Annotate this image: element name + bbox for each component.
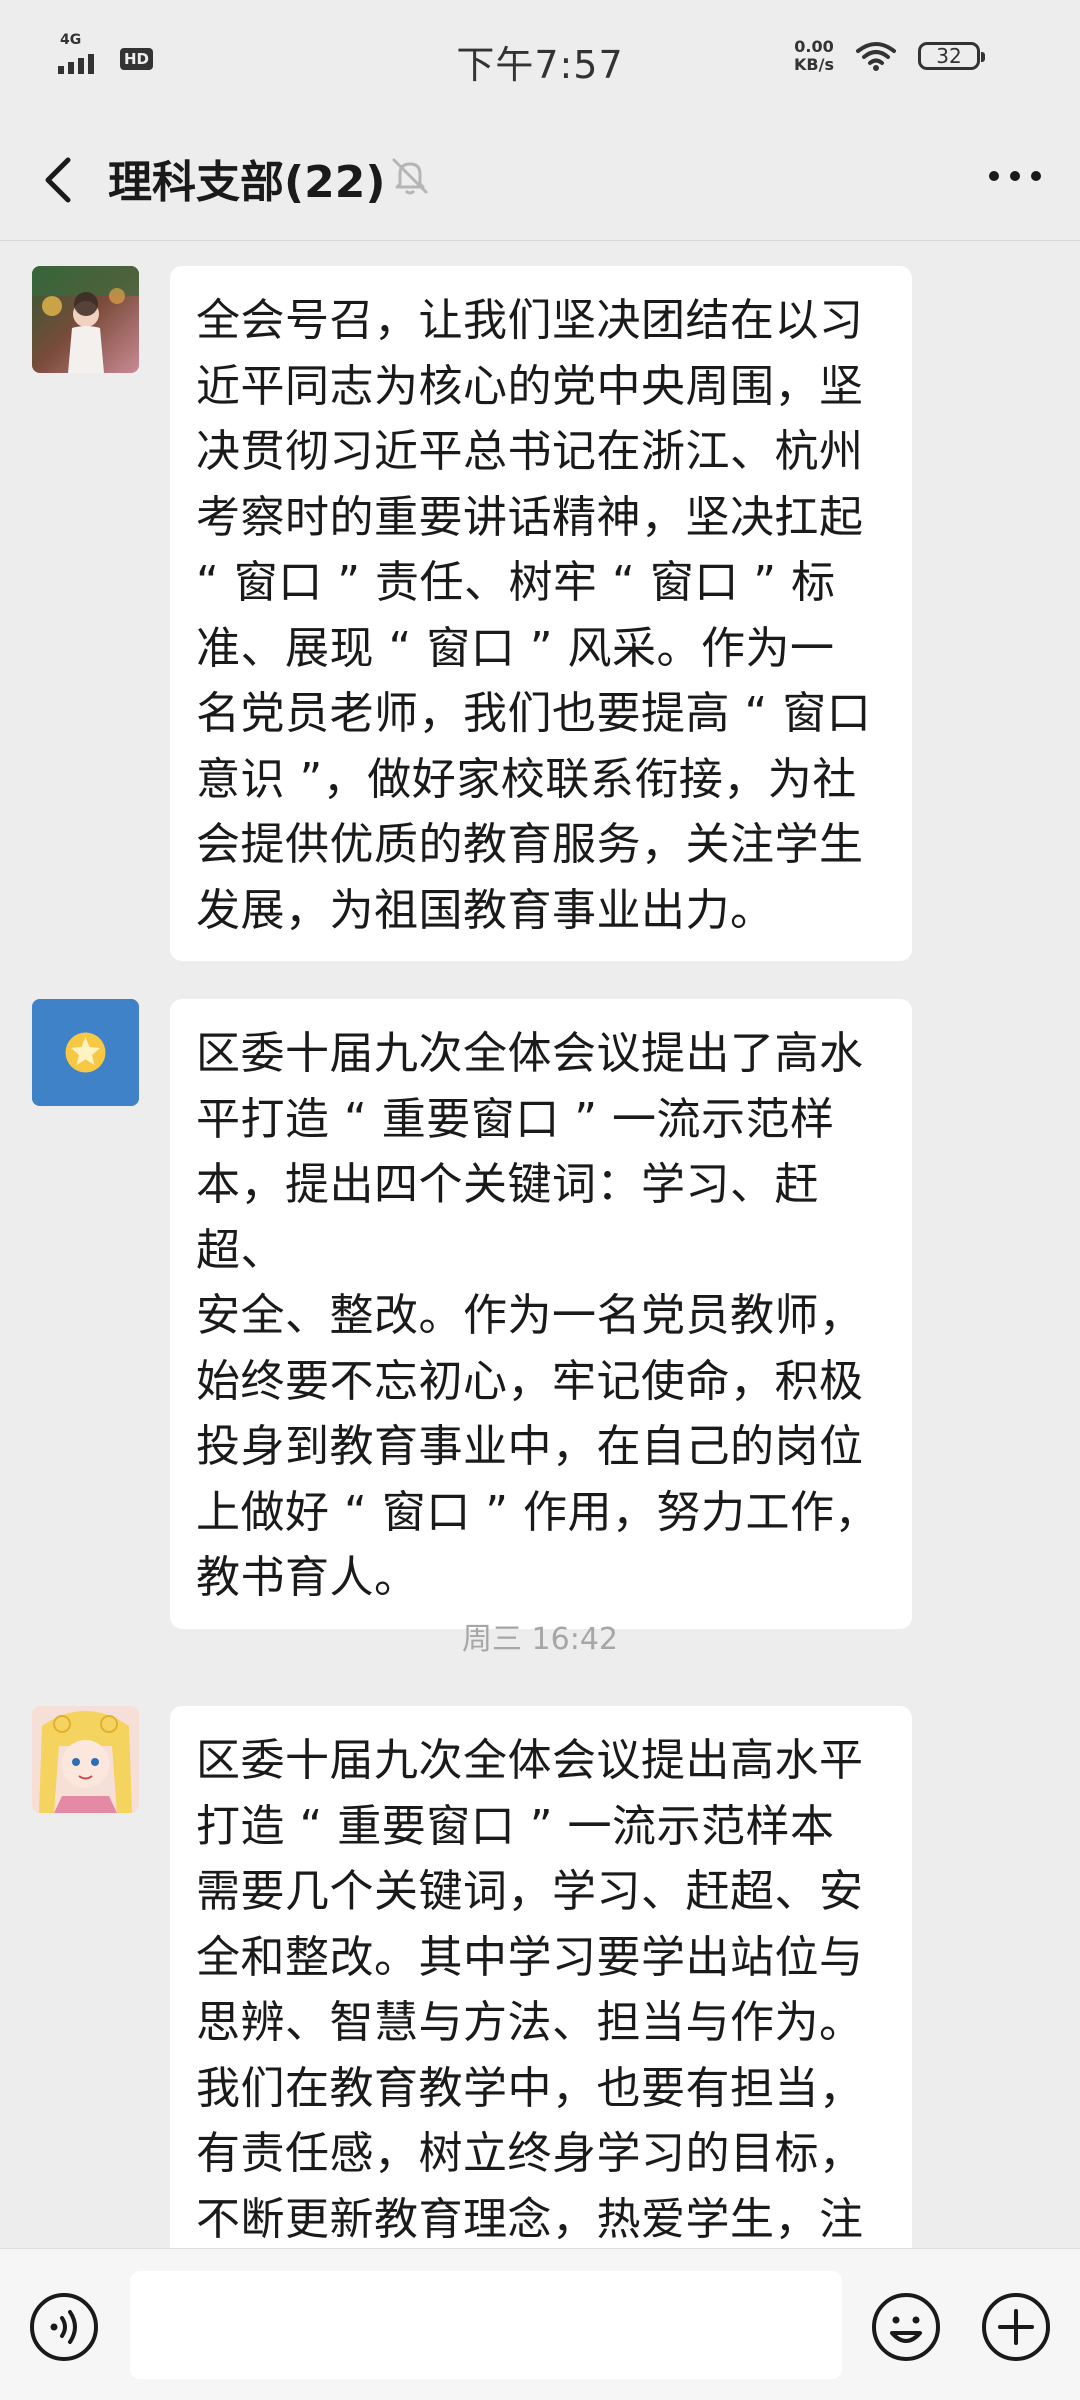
wifi-icon xyxy=(856,42,896,71)
chevron-left-icon xyxy=(45,157,71,203)
status-right: 0.00 KB/s 32 xyxy=(794,38,985,74)
net-speed-unit: KB/s xyxy=(794,55,834,74)
star-icon xyxy=(32,999,139,1106)
photo-avatar-child[interactable] xyxy=(32,266,139,373)
more-dots-icon xyxy=(989,171,1041,181)
message-bubble-2[interactable]: 区委十届九次全体会议提出了高水 平打造 “ 重要窗口 ” 一流示范样 本，提出四… xyxy=(170,999,912,1629)
bell-muted-icon xyxy=(388,154,432,198)
emoji-button[interactable] xyxy=(870,2291,942,2363)
header-divider xyxy=(0,240,1080,241)
message-input[interactable] xyxy=(130,2271,842,2379)
input-bar xyxy=(0,2248,1080,2400)
net-speed: 0.00 KB/s xyxy=(794,38,834,74)
battery-level: 32 xyxy=(936,44,962,68)
chat-title[interactable]: 理科支部(22) xyxy=(108,146,385,210)
voice-icon xyxy=(30,2293,98,2361)
net-speed-value: 0.00 xyxy=(794,37,834,56)
plus-icon xyxy=(982,2293,1050,2361)
chat-header: 理科支部(22) xyxy=(0,120,1080,240)
star-avatar[interactable] xyxy=(32,999,139,1106)
back-button[interactable] xyxy=(30,150,90,210)
status-bar: 4G HD 下午7:57 0.00 KB/s 32 xyxy=(0,0,1080,120)
battery-icon: 32 xyxy=(918,42,985,70)
time-divider: 周三 16:42 xyxy=(462,1622,618,1657)
plus-button[interactable] xyxy=(980,2291,1052,2363)
cartoon-avatar[interactable] xyxy=(32,1706,139,1813)
message-bubble-3[interactable]: 区委十届九次全体会议提出高水平 打造 “ 重要窗口 ” 一流示范样本 需要几个关… xyxy=(170,1706,912,2266)
more-button[interactable] xyxy=(980,154,1050,198)
message-bubble-1[interactable]: 全会号召，让我们坚决团结在以习 近平同志为核心的党中央周围，坚 决贯彻习近平总书… xyxy=(170,266,912,961)
voice-button[interactable] xyxy=(28,2291,100,2363)
emoji-icon xyxy=(872,2293,940,2361)
